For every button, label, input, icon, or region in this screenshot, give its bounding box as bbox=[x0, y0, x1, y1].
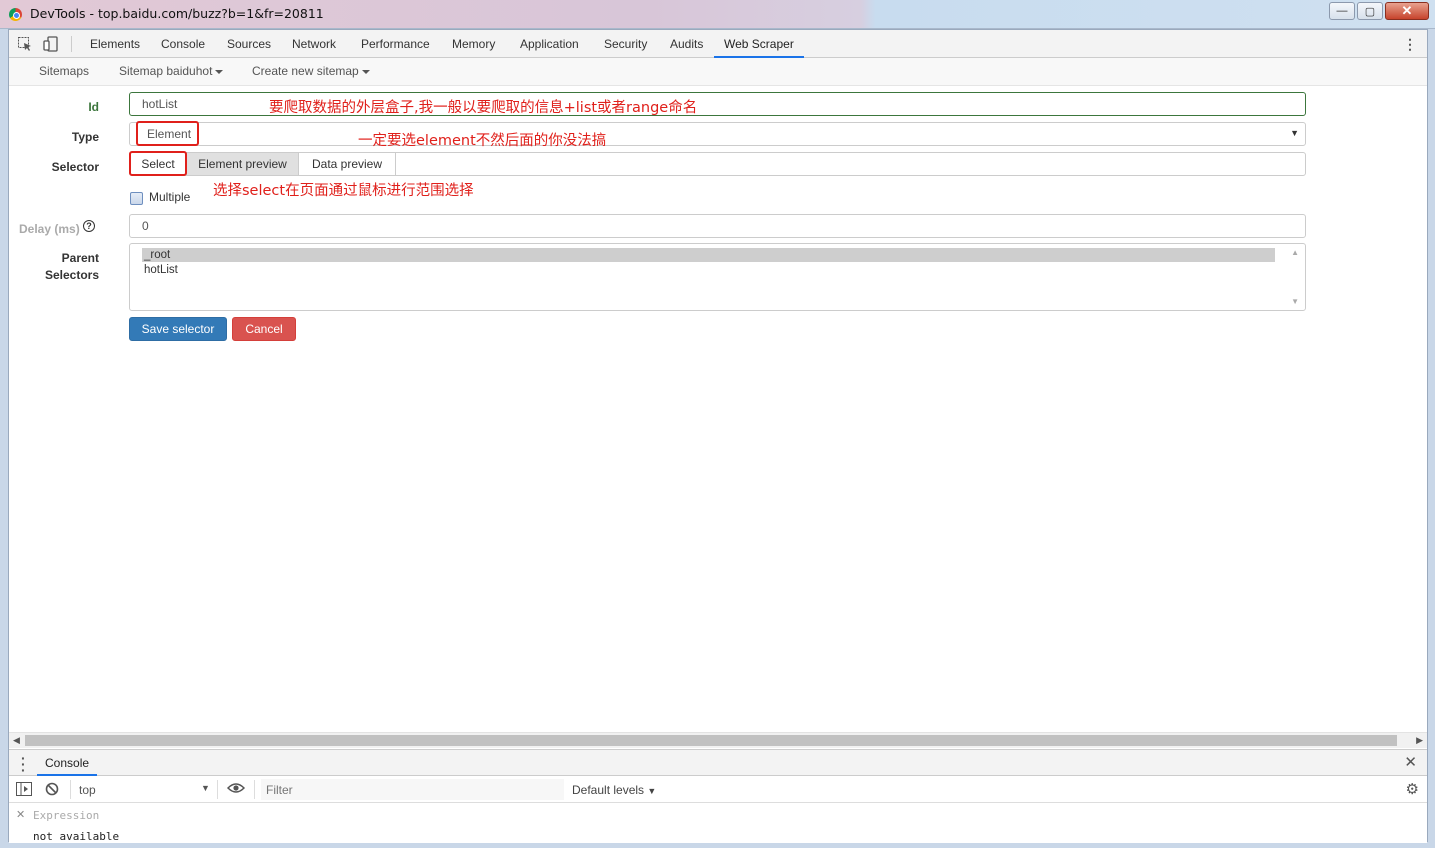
devtools-tab-bar: Elements Console Sources Network Perform… bbox=[9, 30, 1427, 58]
scroll-right-arrow-icon[interactable]: ▶ bbox=[1416, 735, 1423, 746]
window-titlebar: DevTools - top.baidu.com/buzz?b=1&fr=208… bbox=[0, 0, 1435, 29]
nav-sitemap-label: Sitemap baiduhot bbox=[119, 64, 213, 78]
selector-input-group: Select Element preview Data preview bbox=[129, 152, 1306, 176]
devtools-frame: Elements Console Sources Network Perform… bbox=[8, 29, 1428, 843]
parent-label-line1: Parent bbox=[61, 251, 99, 265]
id-annotation: 要爬取数据的外层盒子,我一般以要爬取的信息+list或者range命名 bbox=[269, 100, 698, 116]
selector-input[interactable] bbox=[395, 152, 1306, 176]
select-annotation: 选择select在页面通过鼠标进行范围选择 bbox=[213, 183, 474, 199]
tab-audits[interactable]: Audits bbox=[668, 30, 705, 58]
cancel-button[interactable]: Cancel bbox=[232, 317, 296, 341]
remove-expression-icon[interactable]: ✕ bbox=[16, 808, 25, 821]
scraper-navbar: Sitemaps Sitemap baiduhot Create new sit… bbox=[9, 58, 1427, 86]
close-window-button[interactable]: ✕ bbox=[1385, 2, 1429, 20]
tab-console[interactable]: Console bbox=[159, 30, 207, 58]
dropdown-arrow-icon: ▼ bbox=[1290, 128, 1299, 138]
horizontal-scrollbar[interactable]: ◀ ▶ bbox=[9, 732, 1427, 748]
tab-performance[interactable]: Performance bbox=[359, 30, 432, 58]
drawer-menu-icon[interactable]: · · · bbox=[21, 751, 26, 777]
tab-web-scraper[interactable]: Web Scraper bbox=[714, 30, 804, 58]
nav-create-sitemap-dropdown[interactable]: Create new sitemap bbox=[252, 64, 370, 78]
chevron-down-icon bbox=[361, 69, 370, 74]
type-select[interactable]: Element ▼ bbox=[129, 122, 1306, 146]
nav-sitemap-dropdown[interactable]: Sitemap baiduhot bbox=[119, 64, 224, 78]
select-highlight-box bbox=[129, 151, 187, 176]
parent-option-hotlist[interactable]: hotList bbox=[142, 263, 178, 277]
type-annotation: 一定要选element不然后面的你没法搞 bbox=[358, 133, 607, 149]
parent-option-root[interactable]: _root bbox=[142, 248, 1275, 262]
close-drawer-icon[interactable]: ✕ bbox=[1404, 753, 1417, 771]
device-toolbar-icon[interactable] bbox=[43, 36, 59, 52]
maximize-button[interactable]: ▢ bbox=[1357, 2, 1383, 20]
drawer-tab-bar: · · · Console ✕ bbox=[9, 749, 1427, 777]
dropdown-arrow-icon[interactable]: ▼ bbox=[201, 783, 210, 793]
gear-icon[interactable]: ⚙ bbox=[1406, 780, 1419, 798]
drawer-tab-console[interactable]: Console bbox=[37, 750, 98, 776]
console-filter-input[interactable] bbox=[261, 779, 564, 800]
multiple-label: Multiple bbox=[149, 190, 191, 204]
id-label: Id bbox=[88, 100, 99, 114]
help-icon[interactable]: ? bbox=[83, 220, 95, 232]
delay-label: Delay (ms) bbox=[19, 222, 80, 236]
tab-security[interactable]: Security bbox=[602, 30, 649, 58]
type-label: Type bbox=[71, 130, 99, 144]
delay-input[interactable]: 0 bbox=[129, 214, 1306, 238]
save-selector-button[interactable]: Save selector bbox=[129, 317, 227, 341]
window-title: DevTools - top.baidu.com/buzz?b=1&fr=208… bbox=[30, 6, 324, 21]
clear-console-icon[interactable] bbox=[45, 782, 59, 799]
dropdown-arrow-icon: ▼ bbox=[647, 786, 657, 796]
parent-label-line2: Selectors bbox=[44, 268, 99, 282]
expression-value: not available bbox=[33, 830, 120, 843]
element-preview-button[interactable]: Element preview bbox=[186, 152, 299, 176]
expression-label[interactable]: Expression bbox=[33, 809, 99, 822]
chrome-icon bbox=[9, 8, 22, 21]
context-selector[interactable]: top bbox=[79, 783, 96, 797]
tab-application[interactable]: Application bbox=[518, 30, 581, 58]
toolbar-divider bbox=[254, 780, 255, 799]
scroll-down-arrow-icon[interactable]: ▼ bbox=[1291, 297, 1299, 306]
parent-selectors-listbox[interactable]: _root hotList ▲ ▼ bbox=[129, 243, 1306, 311]
type-highlight-box bbox=[136, 121, 199, 146]
nav-sitemaps[interactable]: Sitemaps bbox=[39, 64, 89, 78]
show-sidebar-icon[interactable] bbox=[16, 782, 32, 799]
scrollbar-thumb[interactable] bbox=[25, 735, 1397, 746]
minimize-button[interactable]: — bbox=[1329, 2, 1355, 20]
live-expression-eye-icon[interactable] bbox=[226, 781, 246, 798]
log-levels-dropdown[interactable]: Default levels ▼ bbox=[572, 783, 656, 797]
toolbar-divider bbox=[217, 780, 218, 799]
tab-memory[interactable]: Memory bbox=[450, 30, 497, 58]
tab-elements[interactable]: Elements bbox=[88, 30, 142, 58]
tab-network[interactable]: Network bbox=[290, 30, 338, 58]
tab-sources[interactable]: Sources bbox=[225, 30, 273, 58]
toolbar-divider bbox=[70, 780, 71, 799]
log-levels-label: Default levels bbox=[572, 783, 645, 797]
scroll-up-arrow-icon[interactable]: ▲ bbox=[1291, 248, 1299, 257]
live-expression-area: ✕ Expression not available bbox=[9, 804, 1427, 843]
selector-label: Selector bbox=[51, 160, 99, 174]
nav-create-label: Create new sitemap bbox=[252, 64, 359, 78]
multiple-checkbox[interactable] bbox=[130, 192, 143, 205]
window-controls: — ▢ ✕ bbox=[1329, 2, 1429, 20]
inspect-element-icon[interactable] bbox=[17, 36, 33, 52]
more-options-icon[interactable]: ⋮ bbox=[1403, 36, 1417, 53]
data-preview-button[interactable]: Data preview bbox=[298, 152, 396, 176]
chevron-down-icon bbox=[215, 69, 224, 74]
scroll-left-arrow-icon[interactable]: ◀ bbox=[13, 735, 20, 746]
toolbar-divider bbox=[71, 36, 72, 52]
console-toolbar: top ▼ Default levels ▼ ⚙ bbox=[9, 776, 1427, 803]
